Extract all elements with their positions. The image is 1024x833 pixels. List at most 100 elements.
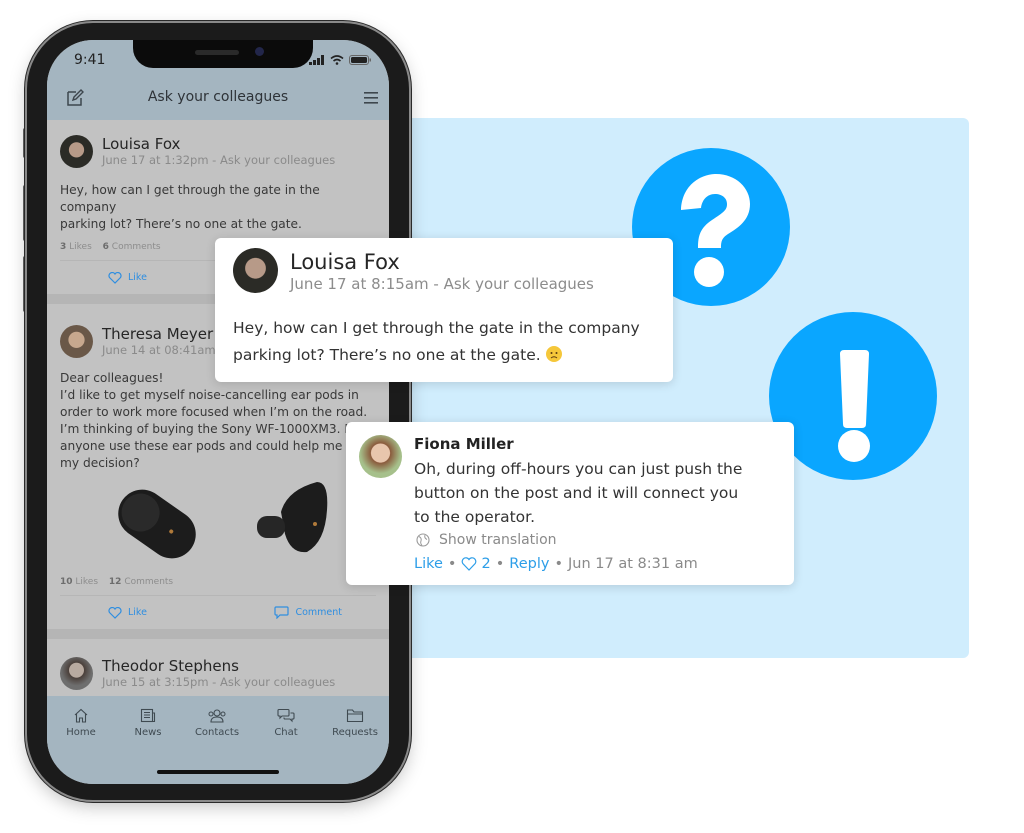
heart-icon xyxy=(462,557,477,571)
app-header: Ask your colleagues xyxy=(47,78,389,120)
comment-bubble-icon xyxy=(274,606,290,619)
heart-icon xyxy=(108,271,122,284)
comment-button[interactable]: Comment xyxy=(274,606,342,619)
comments-number: 12 xyxy=(108,577,122,587)
question-body-line: Hey, how can I get through the gate in t… xyxy=(233,319,640,337)
question-card[interactable]: Louisa Fox June 17 at 8:15am - Ask your … xyxy=(215,238,673,382)
exclamation-badge xyxy=(769,312,937,480)
comments-label: Comments xyxy=(124,577,174,587)
chat-icon xyxy=(277,708,295,723)
phone-notch xyxy=(133,40,313,68)
answer-reaction-count[interactable]: 2 xyxy=(461,556,491,572)
comments-label: Comments xyxy=(111,242,161,252)
answer-like-link[interactable]: Like xyxy=(414,556,443,572)
comment-label: Comment xyxy=(295,607,342,618)
wifi-icon xyxy=(330,55,344,65)
post-body-line: my decision? xyxy=(60,456,140,470)
signal-icon xyxy=(309,55,324,65)
answer-body-line: Oh, during off-hours you can just push t… xyxy=(414,460,743,478)
like-label: Like xyxy=(128,607,147,618)
tab-requests[interactable]: Requests xyxy=(321,708,389,738)
question-author[interactable]: Louisa Fox xyxy=(290,250,400,274)
likes-label: Likes xyxy=(69,242,92,252)
post-body-line: I’m thinking of buying the Sony WF-1000X… xyxy=(60,422,376,436)
page-title: Ask your colleagues xyxy=(147,89,289,105)
likes-label: Likes xyxy=(75,577,99,587)
separator-dot: • xyxy=(447,556,457,572)
answer-body-line: button on the post and it will connect y… xyxy=(414,484,739,502)
phone-camera xyxy=(255,47,264,56)
like-button[interactable]: Like xyxy=(108,606,147,619)
post-body-line: order to work more focused when I’m on t… xyxy=(60,405,368,419)
like-label: Like xyxy=(128,272,147,283)
post-body: Hey, how can I get through the gate in t… xyxy=(60,182,376,233)
avatar[interactable] xyxy=(359,435,402,478)
answer-reply-link[interactable]: Reply xyxy=(509,556,549,572)
tab-bar: Home News Contacts Chat Requests xyxy=(47,696,389,784)
tab-label: Home xyxy=(66,727,96,738)
battery-icon xyxy=(349,55,371,65)
likes-number: 10 xyxy=(60,577,73,587)
tab-label: Chat xyxy=(274,727,298,738)
post-body-line: parking lot? There’s no one at the gate. xyxy=(60,217,302,231)
answer-author[interactable]: Fiona Miller xyxy=(414,435,514,453)
news-icon xyxy=(140,708,156,723)
avatar[interactable] xyxy=(233,248,278,293)
heart-icon xyxy=(108,606,122,619)
status-icons xyxy=(309,55,371,65)
avatar[interactable] xyxy=(60,325,93,358)
globe-icon xyxy=(416,533,430,547)
question-meta: June 17 at 8:15am - Ask your colleagues xyxy=(290,275,594,293)
post-body-line: I’d like to get myself noise-cancelling … xyxy=(60,388,359,402)
likes-count[interactable]: 3 Likes xyxy=(60,242,92,252)
comments-count[interactable]: 12 Comments xyxy=(109,577,173,587)
separator-dot: • xyxy=(554,556,564,572)
post-meta: June 15 at 3:15pm - Ask your colleagues xyxy=(102,675,336,689)
tab-label: Contacts xyxy=(194,727,240,738)
tab-news[interactable]: News xyxy=(114,708,182,738)
hamburger-icon[interactable] xyxy=(363,91,379,105)
likes-count[interactable]: 10 Likes xyxy=(60,577,98,587)
avatar[interactable] xyxy=(60,657,93,690)
feed[interactable]: Louisa Fox June 17 at 1:32pm - Ask your … xyxy=(47,120,389,696)
post-body-line: anyone use these ear pods and could help… xyxy=(60,439,373,453)
tab-home[interactable]: Home xyxy=(47,708,115,738)
status-time: 9:41 xyxy=(74,52,106,68)
worried-face-emoji xyxy=(545,346,562,362)
answer-body-line: to the operator. xyxy=(414,508,536,526)
phone-screen: 9:41 Ask your colleagues Louisa Fox June… xyxy=(47,40,389,784)
comments-count[interactable]: 6 Comments xyxy=(103,242,161,252)
tab-label: News xyxy=(134,727,162,738)
answer-timestamp: Jun 17 at 8:31 am xyxy=(568,556,698,572)
question-body-line: parking lot? There’s no one at the gate. xyxy=(233,342,663,369)
answer-footer: Like • 2 • Reply • Jun 17 at 8:31 am xyxy=(414,556,698,572)
contacts-icon xyxy=(208,709,226,723)
separator-dot: • xyxy=(495,556,505,572)
likes-number: 3 xyxy=(60,242,67,252)
show-translation-label: Show translation xyxy=(439,532,557,548)
feed-post[interactable]: Theodor Stephens June 15 at 3:15pm - Ask… xyxy=(47,639,389,690)
sony-earbuds-image[interactable] xyxy=(60,480,376,568)
post-body-line: Hey, how can I get through the gate in t… xyxy=(60,183,320,214)
home-icon xyxy=(74,708,88,723)
post-author[interactable]: Louisa Fox xyxy=(102,136,335,153)
post-author[interactable]: Theodor Stephens xyxy=(102,658,335,675)
tab-chat[interactable]: Chat xyxy=(252,708,320,738)
phone-speaker xyxy=(195,50,239,55)
tab-contacts[interactable]: Contacts xyxy=(183,708,251,738)
post-separator xyxy=(47,629,389,639)
question-body: Hey, how can I get through the gate in t… xyxy=(233,315,663,369)
home-indicator[interactable] xyxy=(157,770,279,774)
folder-icon xyxy=(346,709,364,723)
like-count: 2 xyxy=(481,556,491,572)
comments-number: 6 xyxy=(102,242,109,252)
like-button[interactable]: Like xyxy=(108,271,147,284)
earbud-case-image xyxy=(118,482,328,559)
tab-label: Requests xyxy=(332,727,378,738)
answer-card[interactable]: Fiona Miller Oh, during off-hours you ca… xyxy=(346,422,794,585)
post-body: Dear colleagues! I’d like to get myself … xyxy=(60,370,376,472)
question-body-text: parking lot? There’s no one at the gate. xyxy=(233,346,541,364)
answer-body: Oh, during off-hours you can just push t… xyxy=(414,457,774,529)
avatar[interactable] xyxy=(60,135,93,168)
show-translation-button[interactable]: Show translation xyxy=(416,532,557,548)
